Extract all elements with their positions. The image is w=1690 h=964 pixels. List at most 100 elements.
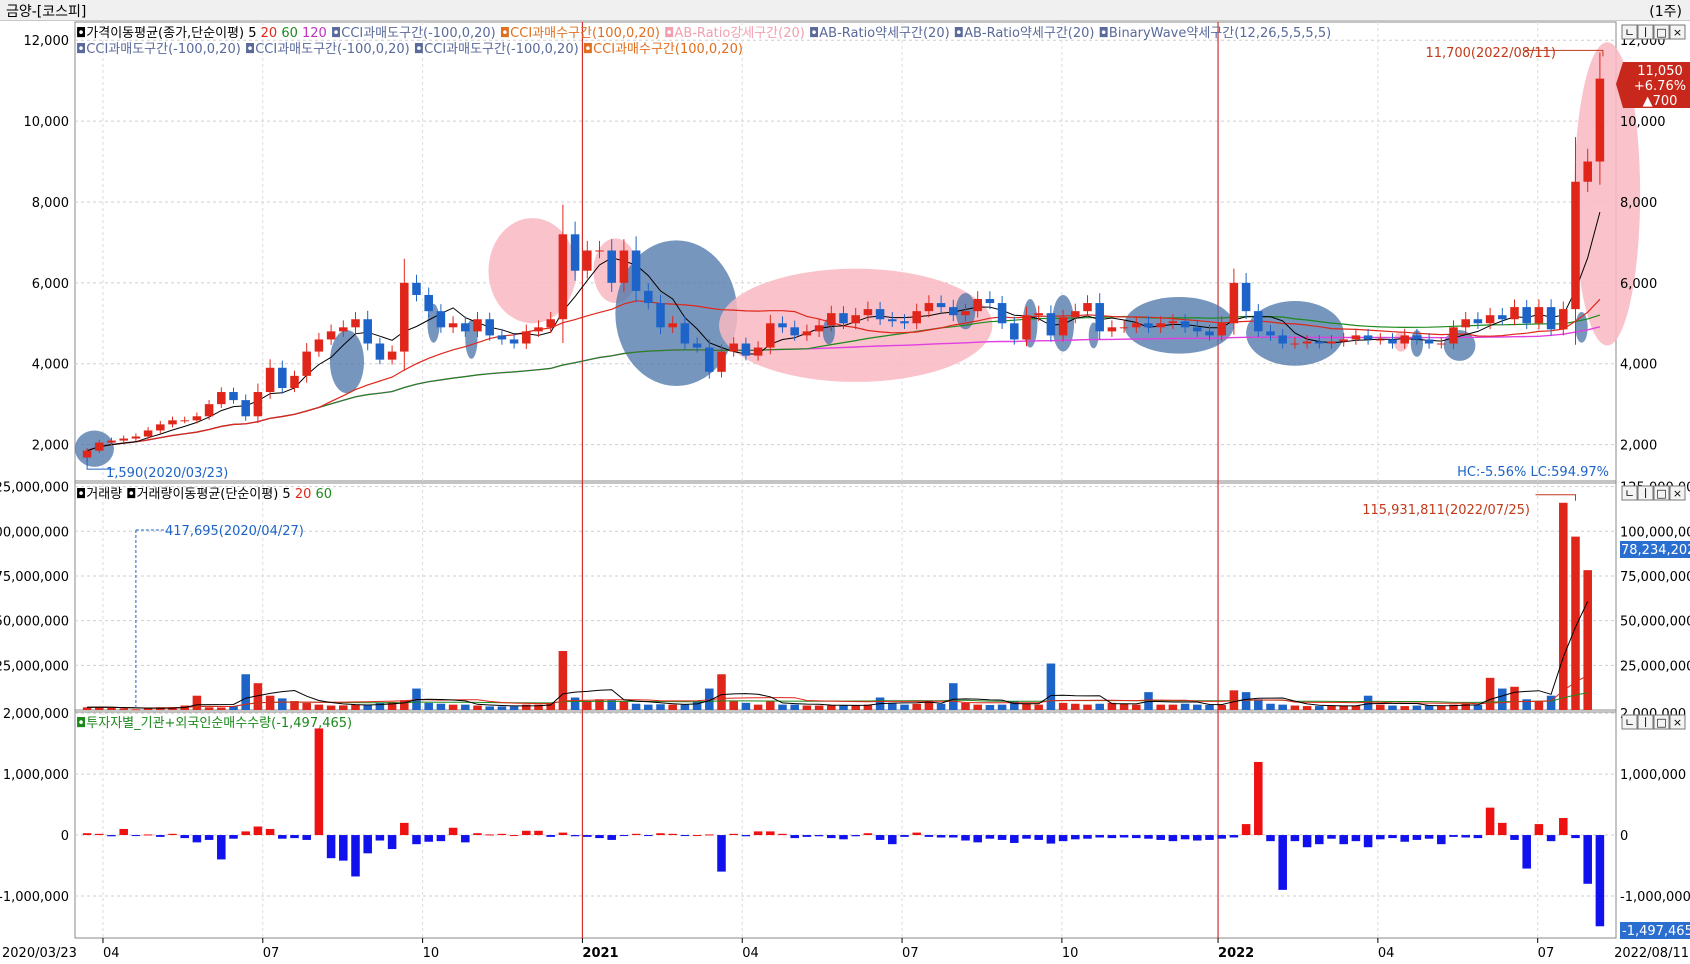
investor-bar bbox=[1315, 835, 1324, 845]
volume-bar bbox=[1485, 677, 1495, 710]
candle-body bbox=[1229, 282, 1239, 324]
x-end-label: 2022/08/11 bbox=[1614, 946, 1689, 961]
candle-body bbox=[412, 282, 421, 295]
investor-bar bbox=[82, 833, 92, 836]
candle-body bbox=[900, 321, 909, 324]
price-panel-button-glyph: □ bbox=[1656, 26, 1666, 39]
investor-bar bbox=[302, 835, 311, 840]
volume-axis-tick-left: 75,000,000 bbox=[0, 570, 69, 585]
candle-body bbox=[1595, 78, 1605, 162]
investor-bar bbox=[143, 834, 153, 836]
candle-body bbox=[1302, 341, 1312, 344]
volume-bar bbox=[339, 705, 348, 710]
candle-body bbox=[156, 424, 165, 431]
volume-axis-tick-right: 100,000,000 bbox=[1620, 525, 1690, 540]
investor-bar bbox=[949, 835, 958, 838]
stock-chart[interactable]: 2,000 2,000 4,000 4,000 6,000 6,000 8,000 8,000… bbox=[0, 20, 1690, 964]
volume-bar bbox=[802, 705, 812, 710]
candle-body bbox=[949, 307, 958, 316]
investor-bar bbox=[851, 835, 860, 837]
investor-bar bbox=[1046, 835, 1056, 844]
investor-bar bbox=[1119, 835, 1129, 838]
investor-bar bbox=[1290, 835, 1300, 842]
legend-entry: ◘CCI과매도구간(-100,0,20) bbox=[331, 26, 500, 41]
investor-bar bbox=[509, 835, 519, 837]
investor-bar bbox=[1168, 835, 1178, 842]
volume-bar bbox=[973, 704, 982, 710]
investor-bar bbox=[326, 835, 336, 859]
legend-entry: ◘CCI과매수구간(100,0,20) bbox=[583, 42, 743, 57]
candle-body bbox=[1266, 331, 1275, 336]
candle-body bbox=[95, 442, 104, 451]
volume-bar bbox=[814, 705, 824, 710]
investor-bar bbox=[888, 835, 897, 845]
investor-bar bbox=[1058, 835, 1068, 842]
volume-bar bbox=[1046, 663, 1056, 710]
investor-bar bbox=[1034, 835, 1043, 840]
candle-body bbox=[1546, 307, 1556, 330]
candle-body bbox=[1217, 323, 1226, 336]
current-volume: 78,234,202 bbox=[1621, 543, 1690, 558]
period-label[interactable]: (1주) bbox=[1649, 1, 1682, 21]
candle-body bbox=[1144, 323, 1153, 328]
price-axis-tick-right: 10,000 bbox=[1620, 115, 1666, 130]
investor-bar bbox=[1217, 835, 1226, 839]
current-price: 11,050 bbox=[1637, 64, 1683, 79]
investor-panel-button-glyph: □ bbox=[1656, 716, 1666, 729]
candle-body bbox=[204, 404, 214, 417]
window-title-bar: 금양-[코스피] (1주) bbox=[0, 0, 1690, 21]
candle-body bbox=[705, 347, 714, 372]
candle-body bbox=[1107, 327, 1117, 332]
volume-bar bbox=[119, 708, 128, 710]
candle-body bbox=[1363, 335, 1373, 340]
legend-entry: ◘거래량이동평균(단순이평) bbox=[126, 487, 282, 502]
investor-bar bbox=[814, 835, 824, 837]
investor-bar bbox=[168, 833, 177, 836]
candle-body bbox=[1327, 341, 1336, 344]
volume-bar bbox=[668, 704, 677, 710]
volume-bar bbox=[1510, 686, 1519, 710]
candle-body bbox=[961, 311, 970, 316]
candle-body bbox=[1351, 335, 1361, 340]
candle-body bbox=[302, 351, 311, 376]
legend-entry: ◘AB-Ratio강세구간(20) bbox=[664, 26, 809, 41]
investor-bar bbox=[839, 835, 848, 840]
candle-body bbox=[1290, 343, 1300, 345]
candle-body bbox=[985, 299, 995, 304]
candle-body bbox=[143, 430, 153, 437]
candle-body bbox=[729, 343, 738, 352]
volume-bar bbox=[1241, 692, 1251, 710]
volume-bar bbox=[448, 704, 458, 710]
candle-body bbox=[1168, 321, 1178, 324]
investor-bar bbox=[619, 835, 629, 837]
x-tick-label: 04 bbox=[1378, 946, 1395, 961]
candle-body bbox=[1119, 327, 1129, 329]
investor-bar bbox=[1022, 835, 1031, 839]
candle-body bbox=[1400, 335, 1409, 344]
investor-bar bbox=[875, 835, 885, 840]
investor-legend: ◘투자자별_기관+외국인순매수수량(-1,497,465) bbox=[76, 716, 352, 731]
investor-bar bbox=[1595, 835, 1605, 927]
investor-panel-button-glyph: ㄴ bbox=[1624, 716, 1634, 729]
volume-bar bbox=[595, 699, 604, 710]
current-change-pct: +6.76% bbox=[1634, 79, 1686, 94]
candle-body bbox=[82, 450, 92, 458]
volume-axis-tick-left: 50,000,000 bbox=[0, 615, 69, 630]
candle-body bbox=[509, 339, 519, 344]
volume-bar bbox=[1058, 702, 1068, 710]
legend-period: 20 bbox=[295, 487, 316, 502]
candle-body bbox=[1254, 311, 1263, 332]
volume-bar bbox=[204, 707, 214, 710]
investor-bar bbox=[1351, 835, 1361, 842]
investor-bar bbox=[485, 834, 494, 836]
volume-bar bbox=[619, 701, 629, 710]
investor-axis-tick-left: -1,000,000 bbox=[0, 890, 69, 905]
volume-bar bbox=[424, 702, 433, 710]
legend-entry: ◘가격이동평균(종가,단순이평) bbox=[76, 26, 248, 41]
candle-body bbox=[631, 250, 641, 291]
volume-bar bbox=[1302, 706, 1312, 710]
volume-axis-tick-right: 50,000,000 bbox=[1620, 615, 1690, 630]
candle-body bbox=[424, 294, 433, 312]
volume-bar bbox=[766, 701, 775, 710]
volume-bar bbox=[656, 704, 665, 710]
